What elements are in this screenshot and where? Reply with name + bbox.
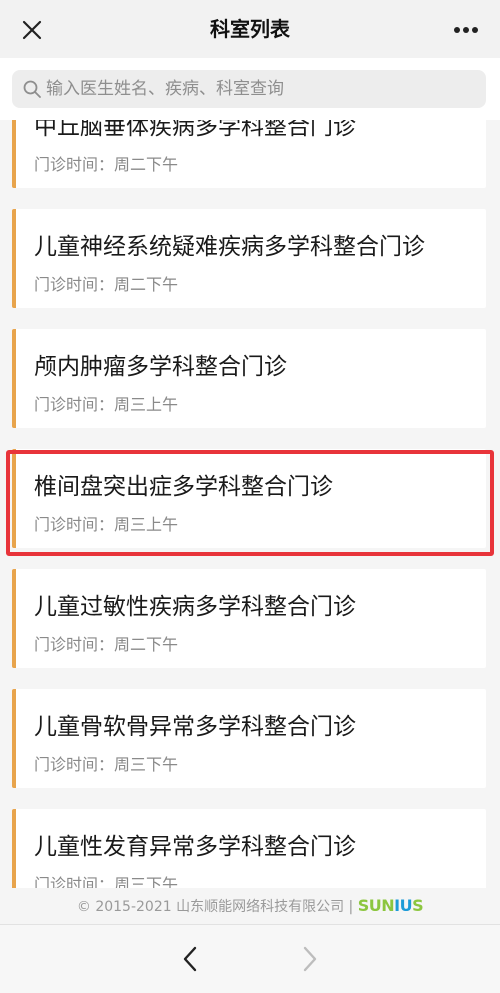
bottom-nav-bar (0, 924, 500, 993)
department-list: 中丘脑垂体疾病多学科整合门诊 门诊时间：周二下午 儿童神经系统疑难疾病多学科整合门诊… (0, 120, 500, 888)
department-card[interactable]: 儿童神经系统疑难疾病多学科整合门诊门诊时间：周二下午 (12, 209, 486, 308)
clinic-time: 门诊时间：周三下午 (34, 875, 179, 888)
department-name: 儿童性发育异常多学科整合门诊 (34, 834, 356, 860)
search-box[interactable] (12, 70, 486, 108)
footer-copyright: © 2015-2021 山东顺能网络科技有限公司 | (76, 899, 354, 915)
clinic-time: 门诊时间：周二下午 (34, 635, 179, 654)
clinic-time: 门诊时间：周三上午 (34, 395, 179, 414)
close-button[interactable] (14, 12, 50, 48)
sunius-logo: SUNIUS (357, 896, 424, 915)
top-bar: 科室列表 (0, 0, 500, 58)
forward-button[interactable] (290, 941, 330, 977)
more-icon (454, 27, 478, 33)
close-icon (22, 20, 42, 40)
search-icon (23, 80, 41, 98)
footer: © 2015-2021 山东顺能网络科技有限公司 | SUNIUS (0, 888, 500, 924)
clinic-time: 门诊时间：周二下午 (34, 275, 179, 294)
department-card[interactable]: 椎间盘突出症多学科整合门诊门诊时间：周三上午 (12, 449, 486, 548)
department-card[interactable]: 儿童过敏性疾病多学科整合门诊门诊时间：周二下午 (12, 569, 486, 668)
search-input[interactable] (46, 70, 476, 108)
clinic-time: 门诊时间：周三下午 (34, 755, 179, 774)
clinic-time: 门诊时间：周二下午 (34, 155, 179, 174)
department-name: 中丘脑垂体疾病多学科整合门诊 (34, 120, 356, 140)
department-card[interactable]: 颅内肿瘤多学科整合门诊门诊时间：周三上午 (12, 329, 486, 428)
department-name: 儿童骨软骨异常多学科整合门诊 (34, 714, 356, 740)
department-name: 儿童过敏性疾病多学科整合门诊 (34, 594, 356, 620)
more-button[interactable] (446, 12, 486, 48)
chevron-left-icon (183, 946, 197, 972)
department-card[interactable]: 儿童性发育异常多学科整合门诊门诊时间：周三下午 (12, 809, 486, 888)
page-title: 科室列表 (210, 17, 290, 41)
clinic-time: 门诊时间：周三上午 (34, 515, 179, 534)
department-card[interactable]: 儿童骨软骨异常多学科整合门诊门诊时间：周三下午 (12, 689, 486, 788)
chevron-right-icon (303, 946, 317, 972)
department-list-inner: 中丘脑垂体疾病多学科整合门诊 门诊时间：周二下午 儿童神经系统疑难疾病多学科整合门诊… (0, 120, 500, 888)
department-name: 椎间盘突出症多学科整合门诊 (34, 474, 333, 500)
department-name: 颅内肿瘤多学科整合门诊 (34, 354, 287, 380)
search-section (0, 58, 500, 120)
department-card[interactable]: 中丘脑垂体疾病多学科整合门诊 门诊时间：周二下午 (12, 120, 486, 188)
department-name: 儿童神经系统疑难疾病多学科整合门诊 (34, 234, 425, 260)
back-button[interactable] (170, 941, 210, 977)
